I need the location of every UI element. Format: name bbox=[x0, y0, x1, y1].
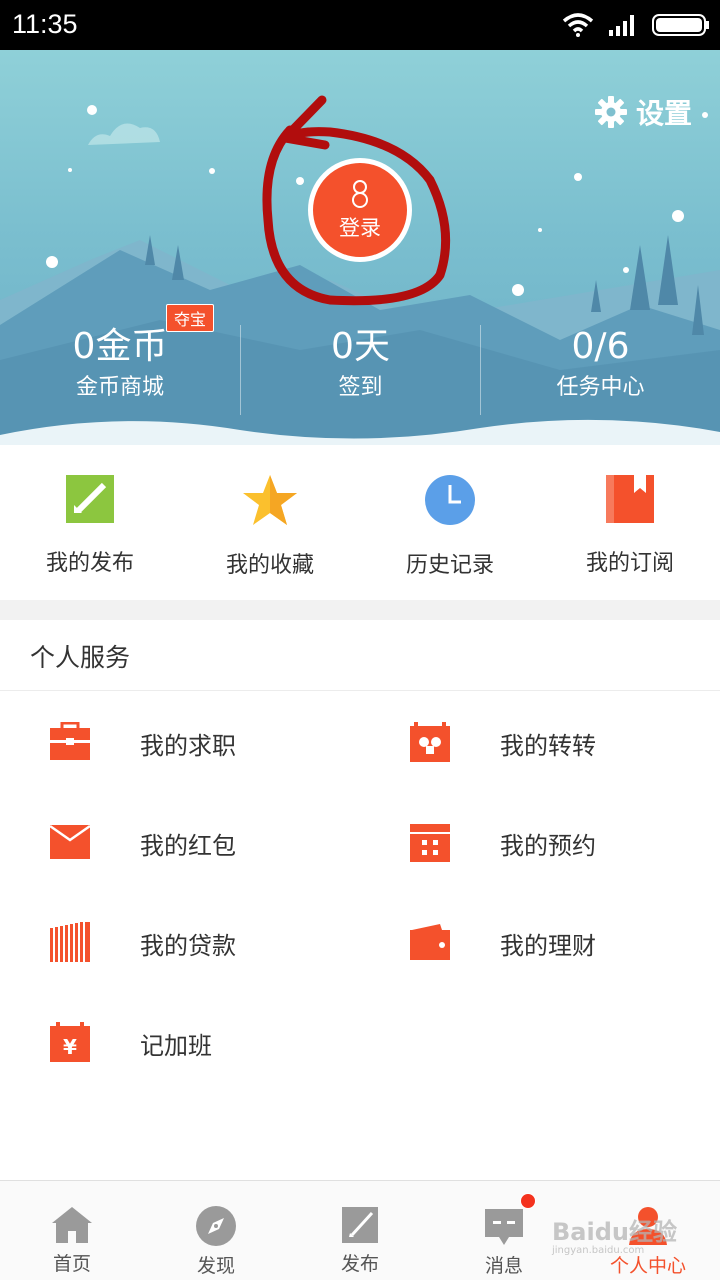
stat-tasks[interactable]: 0/6 任务中心 bbox=[480, 325, 720, 415]
service-label: 我的转转 bbox=[500, 732, 596, 760]
login-button[interactable]: 登录 bbox=[308, 158, 412, 262]
service-appointment[interactable]: 我的预约 bbox=[360, 792, 720, 892]
person-outline-icon bbox=[352, 180, 368, 208]
stat-label: 签到 bbox=[338, 375, 383, 400]
calendar-dots-icon bbox=[410, 824, 450, 862]
calendar-yen-icon: ¥ bbox=[50, 1022, 90, 1062]
star-icon bbox=[243, 475, 297, 525]
watermark-sub: jingyan.baidu.com bbox=[552, 1245, 645, 1256]
quick-actions: 我的发布 我的收藏 历史记录 我的订阅 bbox=[0, 445, 720, 600]
stat-value: 0天 bbox=[331, 326, 390, 367]
section-divider bbox=[0, 600, 720, 620]
status-bar: 11:35 bbox=[0, 0, 720, 50]
stat-checkin[interactable]: 0天 签到 bbox=[240, 325, 480, 415]
service-label: 我的求职 bbox=[140, 732, 236, 760]
service-overtime[interactable]: ¥ 记加班 bbox=[0, 992, 360, 1092]
quick-label: 我的收藏 bbox=[225, 553, 314, 578]
watermark-main: Baidu经验 bbox=[552, 1218, 677, 1246]
service-label: 记加班 bbox=[140, 1032, 212, 1060]
tab-label: 首页 bbox=[52, 1253, 91, 1275]
stat-label: 金币商城 bbox=[75, 375, 164, 400]
stat-coins[interactable]: 0金币 金币商城 bbox=[0, 325, 240, 415]
envelope-icon bbox=[50, 824, 90, 859]
battery-icon bbox=[652, 14, 709, 36]
quick-label: 我的订阅 bbox=[585, 551, 674, 576]
service-zhuanzhuan[interactable]: 我的转转 bbox=[360, 692, 720, 792]
services-title: 个人服务 bbox=[30, 643, 131, 672]
tab-label: 消息 bbox=[484, 1255, 523, 1277]
service-label: 我的预约 bbox=[500, 832, 596, 860]
status-icons bbox=[562, 11, 710, 39]
status-time: 11:35 bbox=[12, 9, 78, 39]
unread-dot bbox=[520, 1193, 536, 1209]
stat-label: 任务中心 bbox=[556, 375, 645, 400]
service-loan[interactable]: 我的贷款 bbox=[0, 892, 360, 992]
compass-icon bbox=[196, 1206, 236, 1246]
quick-my-posts[interactable]: 我的发布 bbox=[0, 445, 180, 600]
clock-icon bbox=[425, 475, 475, 525]
watermark: Baidu经验 jingyan.baidu.com bbox=[552, 1212, 677, 1256]
edit-note-icon bbox=[66, 475, 114, 523]
briefcase-icon bbox=[50, 722, 90, 760]
login-label: 登录 bbox=[339, 216, 381, 240]
edit-icon bbox=[342, 1207, 378, 1243]
quick-label: 我的发布 bbox=[45, 551, 134, 576]
stats-row: 0金币 金币商城 0天 签到 0/6 任务中心 bbox=[0, 325, 720, 415]
tab-label: 发布 bbox=[340, 1253, 379, 1275]
service-red-packet[interactable]: 我的红包 bbox=[0, 792, 360, 892]
service-label: 我的红包 bbox=[140, 832, 236, 860]
bookmark-icon bbox=[606, 475, 654, 523]
quick-favorites[interactable]: 我的收藏 bbox=[180, 445, 360, 600]
quick-subscriptions[interactable]: 我的订阅 bbox=[540, 445, 720, 600]
calendar-face-icon bbox=[410, 722, 450, 762]
home-icon bbox=[52, 1207, 92, 1243]
service-label: 我的理财 bbox=[500, 932, 596, 960]
stat-value: 0/6 bbox=[571, 326, 630, 367]
tab-discover[interactable]: 发现 bbox=[144, 1181, 288, 1280]
signal-icon bbox=[609, 15, 634, 36]
profile-header: 设置 登录 夺宝 0金币 金币商城 0天 签到 0/6 任务中心 bbox=[0, 50, 720, 445]
settings-button[interactable]: 设置 bbox=[594, 92, 692, 132]
service-finance[interactable]: 我的理财 bbox=[360, 892, 720, 992]
message-icon bbox=[485, 1209, 523, 1245]
quick-history[interactable]: 历史记录 bbox=[360, 445, 540, 600]
stat-value: 0金币 bbox=[72, 326, 168, 367]
money-stack-icon bbox=[50, 922, 90, 962]
wifi-icon bbox=[562, 13, 594, 37]
tab-label: 发现 bbox=[196, 1255, 235, 1277]
wallet-icon bbox=[410, 924, 450, 960]
service-job-search[interactable]: 我的求职 bbox=[0, 692, 360, 792]
tab-publish[interactable]: 发布 bbox=[288, 1181, 432, 1280]
svg-text:¥: ¥ bbox=[63, 1035, 77, 1059]
settings-label: 设置 bbox=[635, 97, 692, 130]
services-divider bbox=[0, 690, 720, 691]
quick-label: 历史记录 bbox=[405, 553, 494, 578]
service-label: 我的贷款 bbox=[140, 932, 236, 960]
tab-home[interactable]: 首页 bbox=[0, 1181, 144, 1280]
gear-icon bbox=[594, 96, 627, 128]
